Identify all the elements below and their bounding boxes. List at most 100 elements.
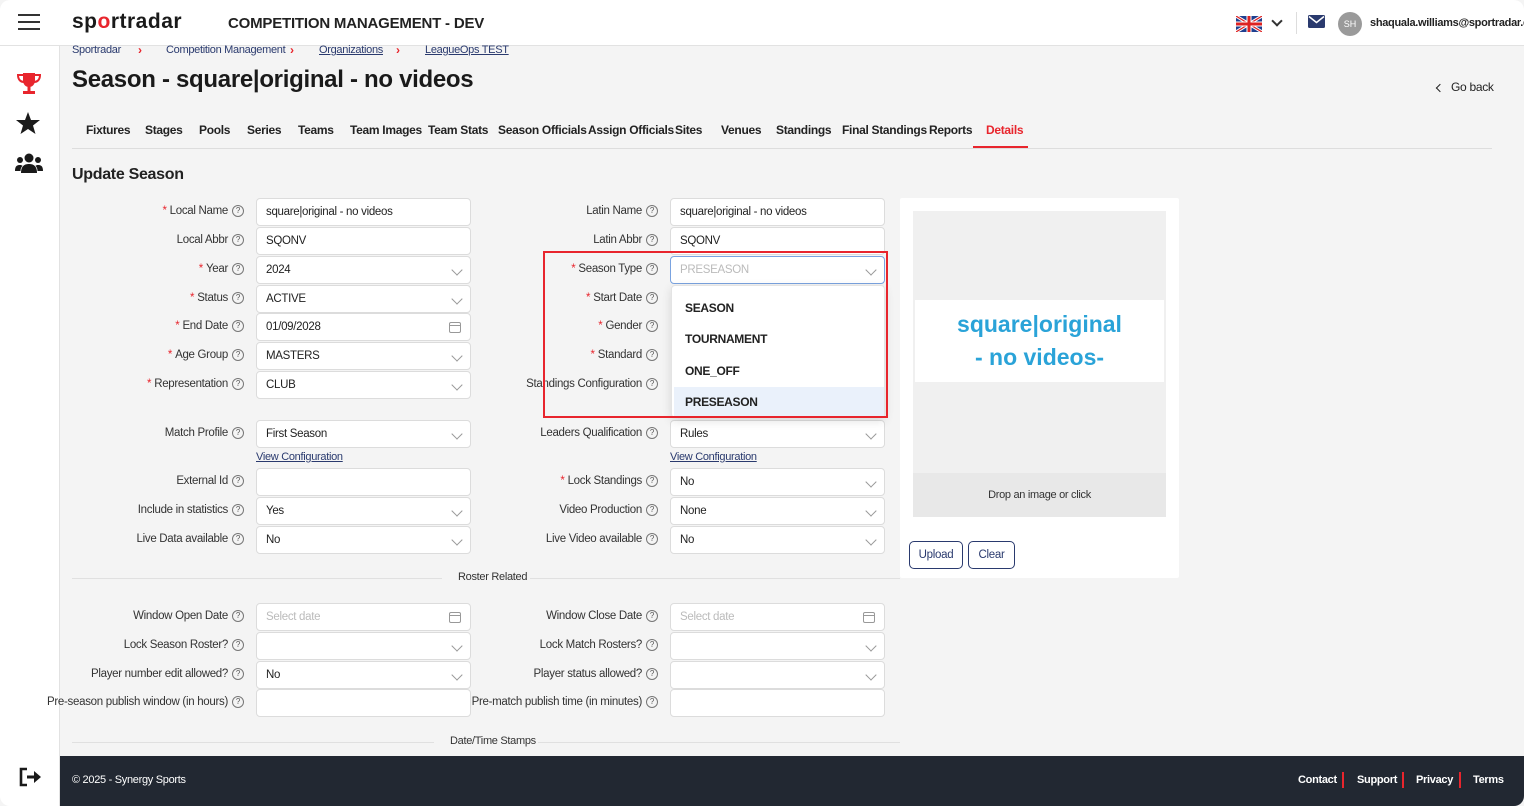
representation-select[interactable]: CLUB [256, 371, 471, 399]
sportradar-logo[interactable]: sportradar [72, 10, 182, 34]
help-icon[interactable]: ? [646, 610, 658, 622]
help-icon[interactable]: ? [232, 668, 244, 680]
player-status-allowed-select[interactable] [670, 661, 885, 689]
help-icon[interactable]: ? [646, 533, 658, 545]
image-dropzone[interactable]: Drop an image or click [913, 473, 1166, 517]
footer-link-support[interactable]: Support [1357, 774, 1397, 786]
upload-button[interactable]: Upload [909, 541, 963, 569]
external-id-input[interactable] [256, 468, 471, 496]
chevron-down-icon [451, 379, 463, 391]
footer-separator [1342, 772, 1344, 788]
language-chevron-down-icon[interactable] [1271, 15, 1283, 27]
leaders-qualification-label: Leaders Qualification? [540, 427, 658, 439]
help-icon[interactable]: ? [232, 696, 244, 708]
player-number-edit-select[interactable]: No [256, 661, 471, 689]
footer-link-terms[interactable]: Terms [1473, 774, 1504, 786]
match-profile-view-configuration-link[interactable]: View Configuration [256, 451, 343, 463]
end-date-input[interactable]: 01/09/2028 [256, 313, 471, 341]
status-select[interactable]: ACTIVE [256, 285, 471, 313]
help-icon[interactable]: ? [232, 475, 244, 487]
label-text: Player status allowed? [533, 668, 643, 681]
breadcrumb-organizations[interactable]: Organizations [319, 44, 383, 56]
tab-details[interactable]: Details [986, 123, 1024, 137]
lock-match-rosters-select[interactable] [670, 632, 885, 660]
help-icon[interactable]: ? [646, 427, 658, 439]
tab-team-stats[interactable]: Team Stats [428, 123, 488, 137]
tab-sites[interactable]: Sites [675, 123, 702, 137]
help-icon[interactable]: ? [232, 320, 244, 332]
breadcrumb-sportradar[interactable]: Sportradar [72, 44, 121, 56]
help-icon[interactable]: ? [646, 696, 658, 708]
live-data-available-select[interactable]: No [256, 526, 471, 554]
help-icon[interactable]: ? [232, 378, 244, 390]
go-back-link[interactable]: Go back [1435, 80, 1494, 94]
help-icon[interactable]: ? [232, 610, 244, 622]
tab-final-standings[interactable]: Final Standings [842, 123, 927, 137]
uk-flag-icon[interactable] [1236, 16, 1262, 32]
footer-link-contact[interactable]: Contact [1298, 774, 1337, 786]
age-group-select[interactable]: MASTERS [256, 342, 471, 370]
breadcrumb-leagueops-test[interactable]: LeagueOps TEST [425, 44, 509, 56]
footer-link-privacy[interactable]: Privacy [1416, 774, 1453, 786]
calendar-icon[interactable] [449, 612, 461, 623]
lock-standings-select[interactable]: No [670, 468, 885, 496]
pre-match-publish-time-input[interactable] [670, 689, 885, 717]
tab-teams[interactable]: Teams [298, 123, 334, 137]
tab-assign-officials[interactable]: Assign Officials [588, 123, 674, 137]
year-select[interactable]: 2024 [256, 256, 471, 284]
help-icon[interactable]: ? [646, 504, 658, 516]
lock-season-roster-select[interactable] [256, 632, 471, 660]
help-icon[interactable]: ? [646, 234, 658, 246]
mail-icon[interactable] [1308, 15, 1325, 28]
tab-venues[interactable]: Venues [721, 123, 762, 137]
avatar[interactable]: SH [1338, 12, 1362, 36]
help-icon[interactable]: ? [232, 205, 244, 217]
help-icon[interactable]: ? [646, 668, 658, 680]
help-icon[interactable]: ? [646, 475, 658, 487]
year-label: * Year? [199, 263, 244, 275]
trophy-icon[interactable] [16, 72, 42, 96]
help-icon[interactable]: ? [232, 427, 244, 439]
help-icon[interactable]: ? [232, 533, 244, 545]
video-production-select[interactable]: None [670, 497, 885, 525]
tab-season-officials[interactable]: Season Officials [498, 123, 587, 137]
help-icon[interactable]: ? [232, 263, 244, 275]
live-video-available-select[interactable]: No [670, 526, 885, 554]
help-icon[interactable]: ? [232, 639, 244, 651]
clear-button[interactable]: Clear [968, 541, 1015, 569]
window-close-date-input[interactable]: Select date [670, 603, 885, 631]
include-in-statistics-select[interactable]: Yes [256, 497, 471, 525]
help-icon[interactable]: ? [646, 639, 658, 651]
hamburger-menu-icon[interactable] [18, 14, 40, 32]
window-open-date-input[interactable]: Select date [256, 603, 471, 631]
match-profile-select[interactable]: First Season [256, 420, 471, 448]
user-email[interactable]: shaquala.williams@sportradar.com [1370, 17, 1524, 29]
help-icon[interactable]: ? [646, 205, 658, 217]
tab-stages[interactable]: Stages [145, 123, 183, 137]
pre-season-publish-window-input[interactable] [256, 689, 471, 717]
local-name-label: * Local Name? [162, 205, 244, 217]
users-group-icon[interactable] [15, 152, 43, 174]
help-icon[interactable]: ? [232, 234, 244, 246]
leaders-view-configuration-link[interactable]: View Configuration [670, 451, 757, 463]
latin-name-input[interactable]: square|original - no videos [670, 198, 885, 226]
local-name-input[interactable]: square|original - no videos [256, 198, 471, 226]
tab-team-images[interactable]: Team Images [350, 123, 422, 137]
date-placeholder: Select date [680, 611, 735, 623]
help-icon[interactable]: ? [232, 349, 244, 361]
image-text-line-2: - no videos- [974, 344, 1105, 370]
calendar-icon[interactable] [449, 322, 461, 333]
leaders-qualification-select[interactable]: Rules [670, 420, 885, 448]
local-abbr-input[interactable]: SQONV [256, 227, 471, 255]
help-icon[interactable]: ? [232, 504, 244, 516]
tab-fixtures[interactable]: Fixtures [86, 123, 131, 137]
tab-pools[interactable]: Pools [199, 123, 230, 137]
breadcrumb-competition-management[interactable]: Competition Management [166, 44, 286, 56]
tab-reports[interactable]: Reports [929, 123, 973, 137]
logout-icon[interactable] [18, 767, 42, 787]
tab-series[interactable]: Series [247, 123, 282, 137]
tab-standings[interactable]: Standings [776, 123, 832, 137]
calendar-icon[interactable] [863, 612, 875, 623]
star-icon[interactable] [16, 112, 40, 135]
help-icon[interactable]: ? [232, 292, 244, 304]
